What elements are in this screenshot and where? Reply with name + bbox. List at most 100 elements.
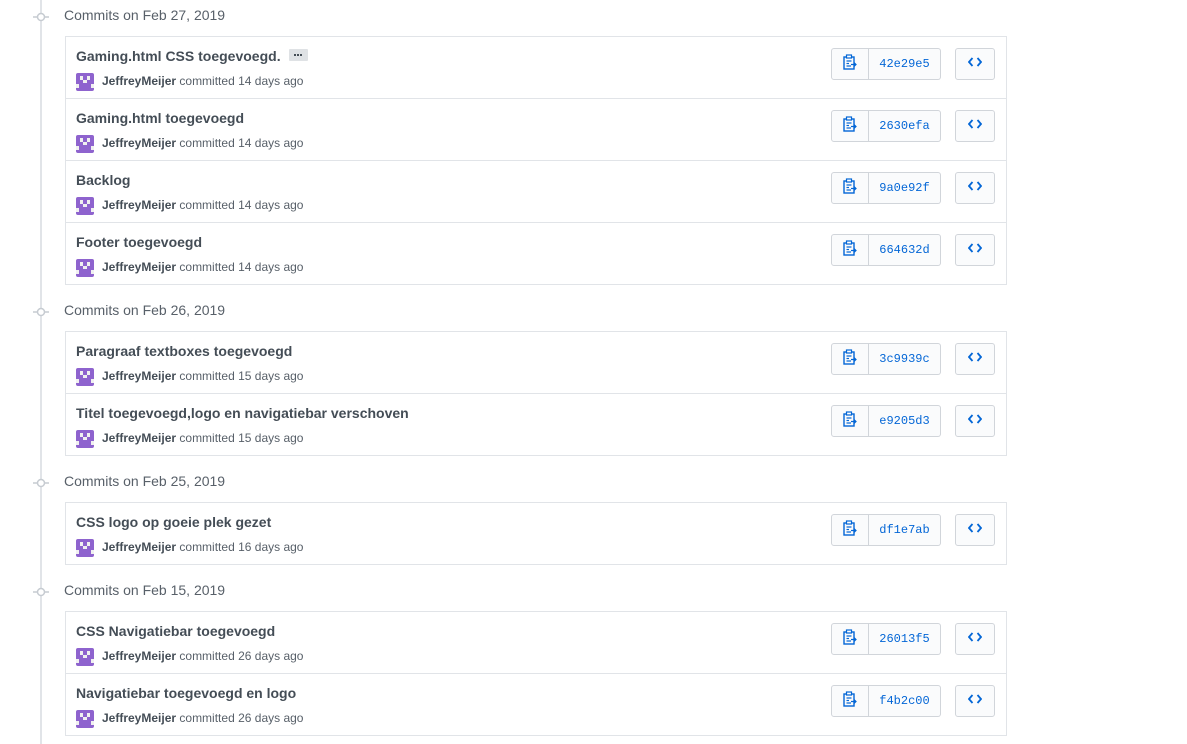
commit-time: 26 days ago — [238, 649, 304, 663]
sha-button-group: 2630efa — [831, 110, 941, 142]
avatar[interactable] — [76, 710, 94, 728]
commit-sha-link[interactable]: f4b2c00 — [869, 685, 941, 717]
clippy-icon — [843, 177, 857, 199]
code-icon — [967, 630, 983, 648]
browse-repository-button[interactable] — [955, 343, 995, 375]
commit-message: Titel toegevoegd,logo en navigatiebar ve… — [76, 405, 409, 421]
commit-verb: committed — [179, 260, 235, 274]
browse-repository-button[interactable] — [955, 623, 995, 655]
clippy-icon — [843, 628, 857, 650]
commit-group-header: Commits on Feb 26, 2019 — [0, 295, 600, 327]
avatar[interactable] — [76, 368, 94, 386]
avatar[interactable] — [76, 648, 94, 666]
copy-sha-button[interactable] — [831, 405, 869, 437]
copy-sha-button[interactable] — [831, 48, 869, 80]
avatar[interactable] — [76, 259, 94, 277]
copy-sha-button[interactable] — [831, 623, 869, 655]
browse-repository-button[interactable] — [955, 234, 995, 266]
commit-author[interactable]: JeffreyMeijer — [102, 369, 176, 383]
code-icon — [967, 412, 983, 430]
commit-message: Gaming.html CSS toegevoegd. — [76, 48, 308, 64]
commit-verb: committed — [179, 74, 235, 88]
commit-message-link[interactable]: Footer toegevoegd — [76, 234, 202, 250]
copy-sha-button[interactable] — [831, 110, 869, 142]
sha-button-group: df1e7ab — [831, 514, 941, 546]
code-icon — [967, 350, 983, 368]
commit-author[interactable]: JeffreyMeijer — [102, 74, 176, 88]
commit-time: 14 days ago — [238, 260, 304, 274]
clippy-icon — [843, 410, 857, 432]
browse-repository-button[interactable] — [955, 110, 995, 142]
commit-list: Gaming.html CSS toegevoegd. JeffreyMeijer… — [65, 36, 1007, 285]
commit-row: Backlog JeffreyMeijer committed 14 days a… — [66, 161, 1006, 223]
sha-button-group: 26013f5 — [831, 623, 941, 655]
commit-message-link[interactable]: CSS logo op goeie plek gezet — [76, 514, 271, 530]
avatar[interactable] — [76, 135, 94, 153]
commit-sha-link[interactable]: 664632d — [869, 234, 941, 266]
avatar[interactable] — [76, 430, 94, 448]
code-icon — [967, 521, 983, 539]
browse-repository-button[interactable] — [955, 48, 995, 80]
commit-sha-link[interactable]: 3c9939c — [869, 343, 941, 375]
commit-author[interactable]: JeffreyMeijer — [102, 649, 176, 663]
commit-author[interactable]: JeffreyMeijer — [102, 198, 176, 212]
commit-meta: JeffreyMeijer committed 14 days ago — [102, 260, 303, 274]
commit-message-link[interactable]: Navigatiebar toegevoegd en logo — [76, 685, 296, 701]
clippy-icon — [843, 239, 857, 261]
commit-message-link[interactable]: Paragraaf textboxes toegevoegd — [76, 343, 292, 359]
commit-sha-link[interactable]: df1e7ab — [869, 514, 941, 546]
git-commit-icon — [33, 585, 49, 597]
git-commit-icon — [33, 476, 49, 488]
commit-author[interactable]: JeffreyMeijer — [102, 711, 176, 725]
commit-sha-link[interactable]: 42e29e5 — [869, 48, 941, 80]
commit-sha-link[interactable]: 26013f5 — [869, 623, 941, 655]
timeline-line — [40, 0, 42, 744]
commit-author[interactable]: JeffreyMeijer — [102, 136, 176, 150]
avatar[interactable] — [76, 197, 94, 215]
commit-sha-link[interactable]: e9205d3 — [869, 405, 941, 437]
commit-message-link[interactable]: Gaming.html toegevoegd — [76, 110, 244, 126]
browse-repository-button[interactable] — [955, 514, 995, 546]
commit-author[interactable]: JeffreyMeijer — [102, 260, 176, 274]
commit-time: 14 days ago — [238, 198, 304, 212]
commit-meta: JeffreyMeijer committed 14 days ago — [102, 136, 303, 150]
commit-time: 16 days ago — [238, 540, 304, 554]
copy-sha-button[interactable] — [831, 172, 869, 204]
commit-row: CSS logo op goeie plek gezet JeffreyMeije… — [66, 503, 1006, 564]
commit-message-link[interactable]: CSS Navigatiebar toegevoegd — [76, 623, 275, 639]
clippy-icon — [843, 519, 857, 541]
commit-sha-link[interactable]: 9a0e92f — [869, 172, 941, 204]
commit-message-link[interactable]: Backlog — [76, 172, 130, 188]
commit-message: Footer toegevoegd — [76, 234, 202, 250]
expand-message-button[interactable] — [288, 49, 308, 62]
commit-row: Paragraaf textboxes toegevoegd JeffreyMei… — [66, 332, 1006, 394]
browse-repository-button[interactable] — [955, 172, 995, 204]
browse-repository-button[interactable] — [955, 405, 995, 437]
sha-button-group: f4b2c00 — [831, 685, 941, 717]
commit-author[interactable]: JeffreyMeijer — [102, 431, 176, 445]
commit-message: Backlog — [76, 172, 130, 188]
code-icon — [967, 179, 983, 197]
sha-button-group: e9205d3 — [831, 405, 941, 437]
commit-verb: committed — [179, 649, 235, 663]
commit-sha-link[interactable]: 2630efa — [869, 110, 941, 142]
avatar[interactable] — [76, 539, 94, 557]
copy-sha-button[interactable] — [831, 234, 869, 266]
avatar[interactable] — [76, 73, 94, 91]
git-commit-icon — [33, 305, 49, 317]
copy-sha-button[interactable] — [831, 343, 869, 375]
commit-verb: committed — [179, 136, 235, 150]
commit-author[interactable]: JeffreyMeijer — [102, 540, 176, 554]
copy-sha-button[interactable] — [831, 514, 869, 546]
commit-meta: JeffreyMeijer committed 26 days ago — [102, 649, 303, 663]
clippy-icon — [843, 690, 857, 712]
commit-verb: committed — [179, 431, 235, 445]
browse-repository-button[interactable] — [955, 685, 995, 717]
commit-group-title: Commits on Feb 15, 2019 — [64, 582, 226, 598]
commit-list: CSS logo op goeie plek gezet JeffreyMeije… — [65, 502, 1007, 565]
commit-message-link[interactable]: Gaming.html CSS toegevoegd. — [76, 48, 281, 64]
sha-button-group: 3c9939c — [831, 343, 941, 375]
copy-sha-button[interactable] — [831, 685, 869, 717]
commit-message-link[interactable]: Titel toegevoegd,logo en navigatiebar ve… — [76, 405, 409, 421]
commit-verb: committed — [179, 540, 235, 554]
